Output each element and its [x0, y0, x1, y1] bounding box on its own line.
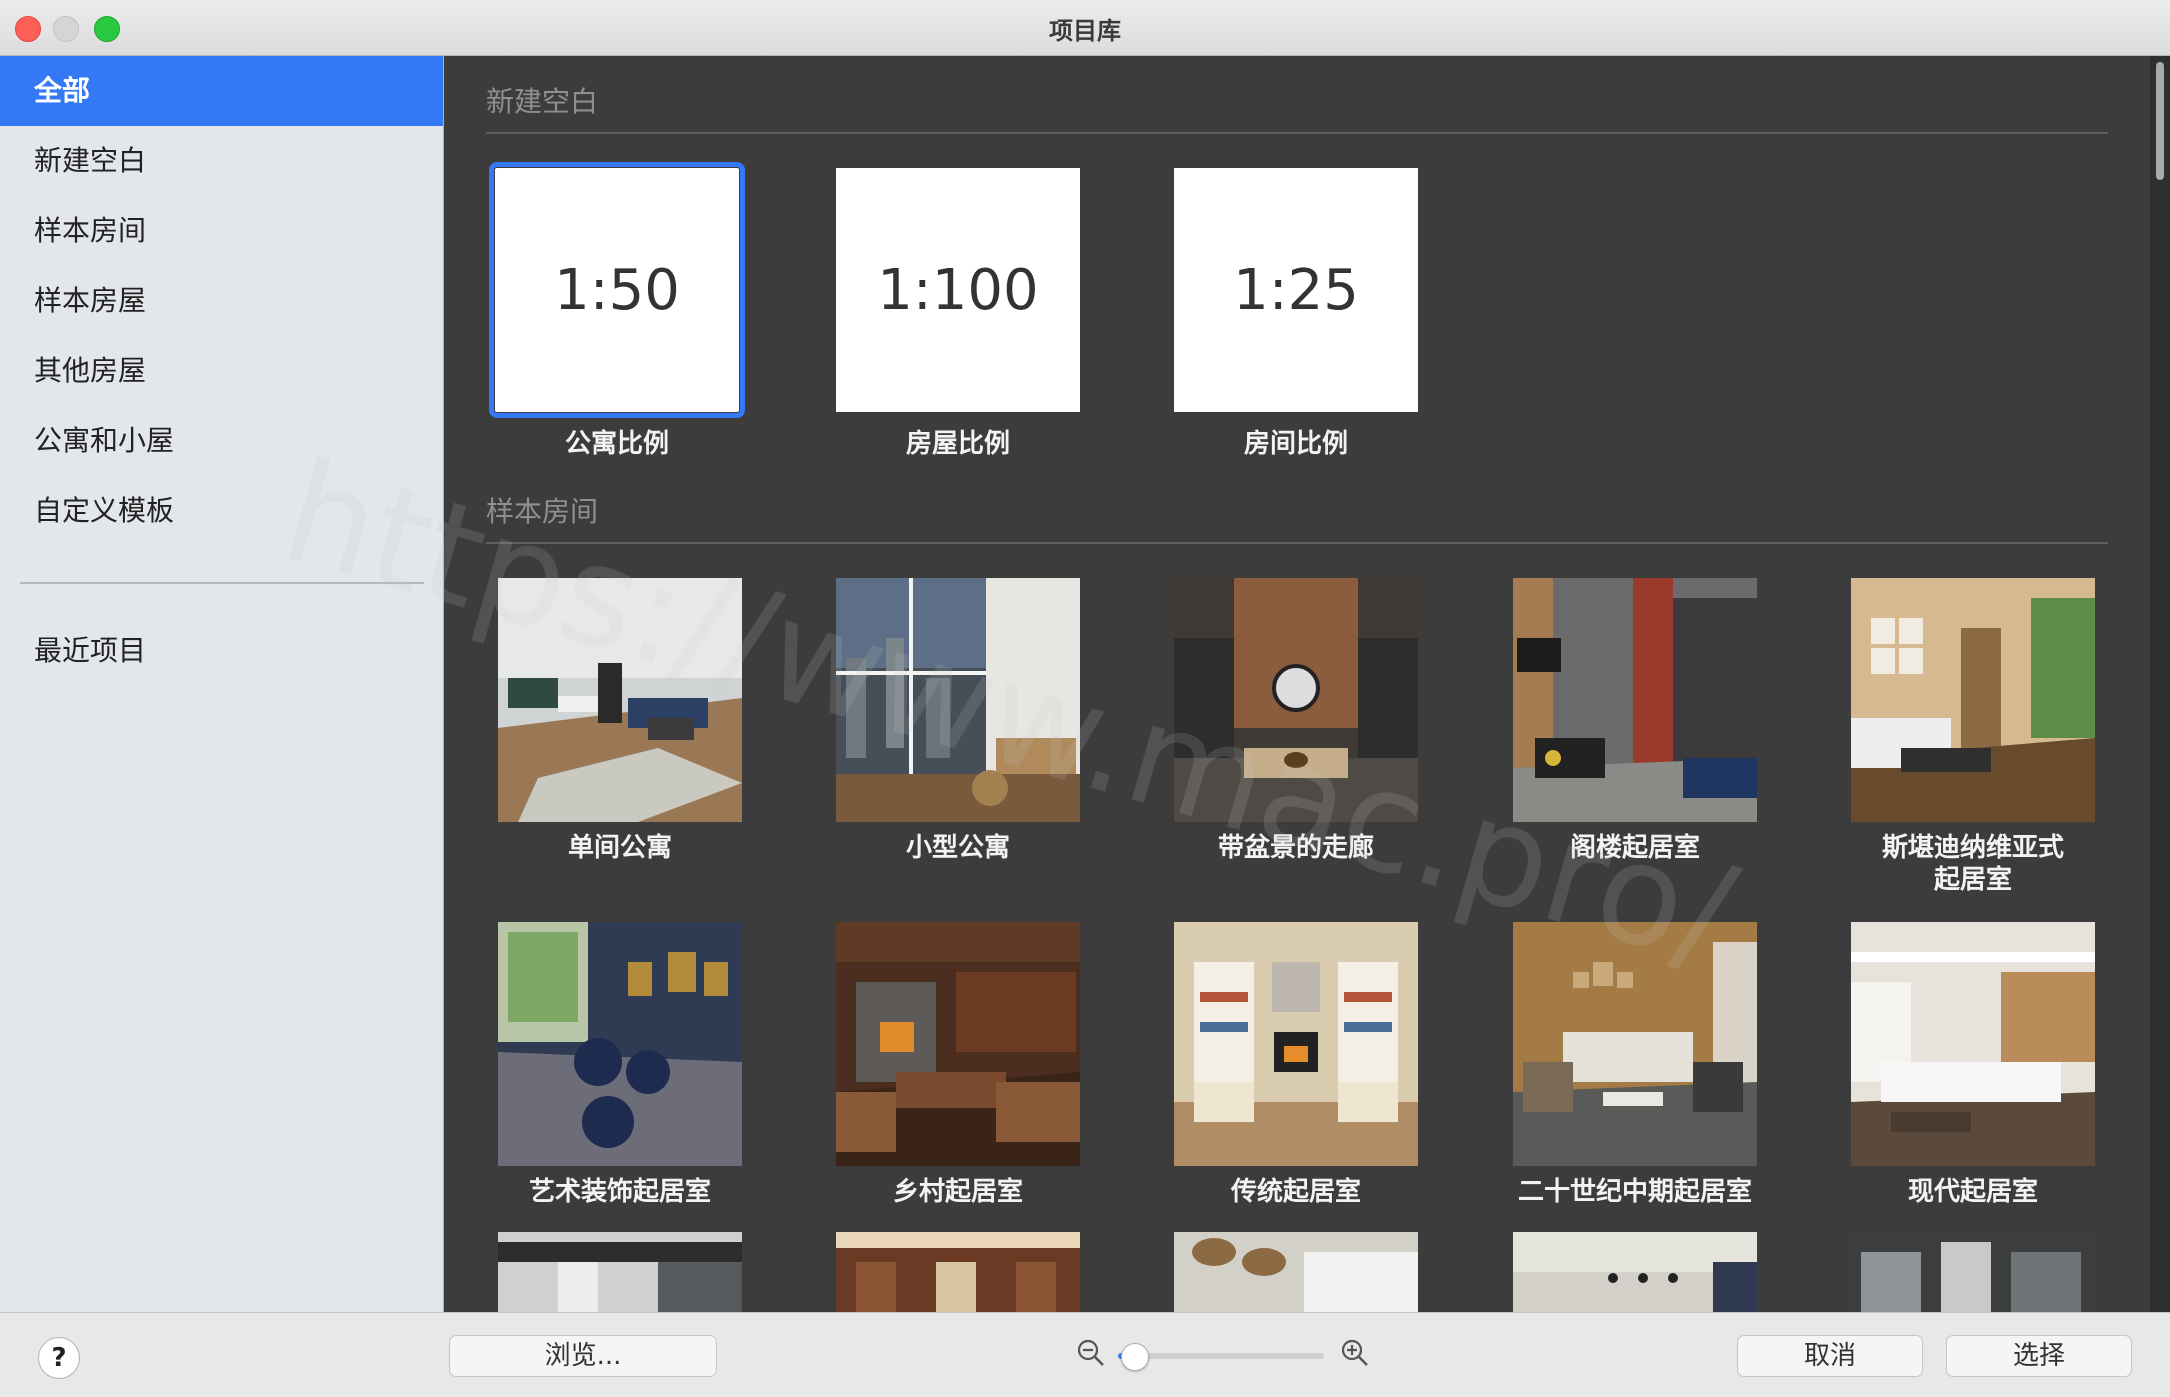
bottom-toolbar: ? 浏览... 取消 选择 [0, 1312, 2170, 1397]
sidebar-item-recent-projects[interactable]: 最近项目 [0, 616, 443, 686]
mid-century-living-room-image [1513, 922, 1757, 1166]
room-thumbnail-row3-2[interactable] [836, 1232, 1080, 1312]
room-label: 小型公寓 [905, 833, 1010, 863]
room-thumbnail-row3-5[interactable] [1851, 1232, 2095, 1312]
window-title: 项目库 [1049, 17, 1121, 45]
room-thumbnail-scandinavian-living-room[interactable] [1851, 578, 2095, 822]
sidebar-item-all[interactable]: 全部 [0, 56, 443, 126]
scrollbar-thumb[interactable] [2156, 62, 2164, 180]
project-library-window: 项目库 全部 新建空白 样本房间 样本房屋 其他房屋 公寓和小屋 自定义模板 最… [0, 0, 2170, 1397]
room-label: 带盆景的走廊 [1217, 833, 1374, 863]
loft-living-room-image [1513, 578, 1757, 822]
room-thumbnail-studio[interactable] [498, 578, 742, 822]
modern-living-room-image [1851, 922, 2095, 1166]
scale-card-label: 房屋比例 [905, 429, 1010, 459]
sidebar-divider [20, 582, 424, 584]
scale-card-label: 公寓比例 [564, 429, 669, 459]
room-image [836, 1232, 1080, 1312]
scale-value: 1:50 [554, 258, 680, 323]
room-image [1174, 1232, 1418, 1312]
sidebar-item-other-houses[interactable]: 其他房屋 [0, 336, 443, 406]
room-image [1513, 1232, 1757, 1312]
scale-card-label: 房间比例 [1243, 429, 1348, 459]
room-label: 阁楼起居室 [1569, 833, 1700, 863]
sidebar-item-apartments[interactable]: 公寓和小屋 [0, 406, 443, 476]
zoom-slider[interactable] [1118, 1343, 1324, 1371]
section-divider [486, 542, 2108, 544]
title-bar: 项目库 [0, 0, 2170, 56]
scale-card-apartment[interactable]: 1:50 [489, 162, 745, 418]
bonsai-hallway-image [1174, 578, 1418, 822]
room-thumbnail-art-deco-living-room[interactable] [498, 922, 742, 1166]
room-thumbnail-row3-1[interactable] [498, 1232, 742, 1312]
sidebar-item-sample-houses[interactable]: 样本房屋 [0, 266, 443, 336]
scale-value: 1:100 [877, 258, 1039, 323]
sidebar-item-sample-rooms[interactable]: 样本房间 [0, 196, 443, 266]
room-thumbnail-rustic-living-room[interactable] [836, 922, 1080, 1166]
rustic-living-room-image [836, 922, 1080, 1166]
zoom-slider-knob[interactable] [1121, 1343, 1150, 1371]
room-label: 二十世纪中期起居室 [1517, 1177, 1752, 1207]
zoom-out-icon[interactable] [1076, 1338, 1106, 1368]
room-label: 现代起居室 [1907, 1177, 2038, 1207]
room-label: 传统起居室 [1230, 1177, 1361, 1207]
scandinavian-living-room-image [1851, 578, 2095, 822]
room-thumbnail-bonsai-hallway[interactable] [1174, 578, 1418, 822]
room-image [1851, 1232, 2095, 1312]
room-label: 单间公寓 [567, 833, 672, 863]
room-label: 乡村起居室 [892, 1177, 1023, 1207]
small-apartment-image [836, 578, 1080, 822]
vertical-scrollbar[interactable] [2150, 56, 2170, 1312]
scale-card-house[interactable]: 1:100 [836, 168, 1080, 412]
room-label: 斯堪迪纳维亚式 起居室 [1881, 833, 2064, 895]
section-title-new-blank: 新建空白 [486, 85, 599, 118]
section-title-sample-rooms: 样本房间 [486, 495, 599, 528]
room-thumbnail-loft-living-room[interactable] [1513, 578, 1757, 822]
room-thumbnail-small-apartment[interactable] [836, 578, 1080, 822]
scale-value: 1:25 [1233, 258, 1359, 323]
cancel-button[interactable]: 取消 [1737, 1335, 1923, 1377]
traditional-living-room-image [1174, 922, 1418, 1166]
zoom-in-icon[interactable] [1340, 1338, 1370, 1368]
studio-apartment-image [498, 578, 742, 822]
room-thumbnail-mid-century-living-room[interactable] [1513, 922, 1757, 1166]
room-image [498, 1232, 742, 1312]
select-button[interactable]: 选择 [1946, 1335, 2132, 1377]
room-thumbnail-row3-4[interactable] [1513, 1232, 1757, 1312]
art-deco-living-room-image [498, 922, 742, 1166]
room-thumbnail-traditional-living-room[interactable] [1174, 922, 1418, 1166]
room-thumbnail-modern-living-room[interactable] [1851, 922, 2095, 1166]
sidebar-item-new-blank[interactable]: 新建空白 [0, 126, 443, 196]
sidebar-item-custom-templates[interactable]: 自定义模板 [0, 476, 443, 546]
sidebar: 全部 新建空白 样本房间 样本房屋 其他房屋 公寓和小屋 自定义模板 最近项目 [0, 56, 444, 1312]
section-divider [486, 132, 2108, 134]
room-thumbnail-row3-3[interactable] [1174, 1232, 1418, 1312]
help-button[interactable]: ? [38, 1337, 80, 1379]
project-grid: 新建空白 1:50 公寓比例 1:100 房屋比例 1:25 房间比例 样本房间 [444, 56, 2150, 1312]
room-label: 艺术装饰起居室 [528, 1177, 711, 1207]
scale-card-room[interactable]: 1:25 [1174, 168, 1418, 412]
browse-button[interactable]: 浏览... [449, 1335, 717, 1377]
